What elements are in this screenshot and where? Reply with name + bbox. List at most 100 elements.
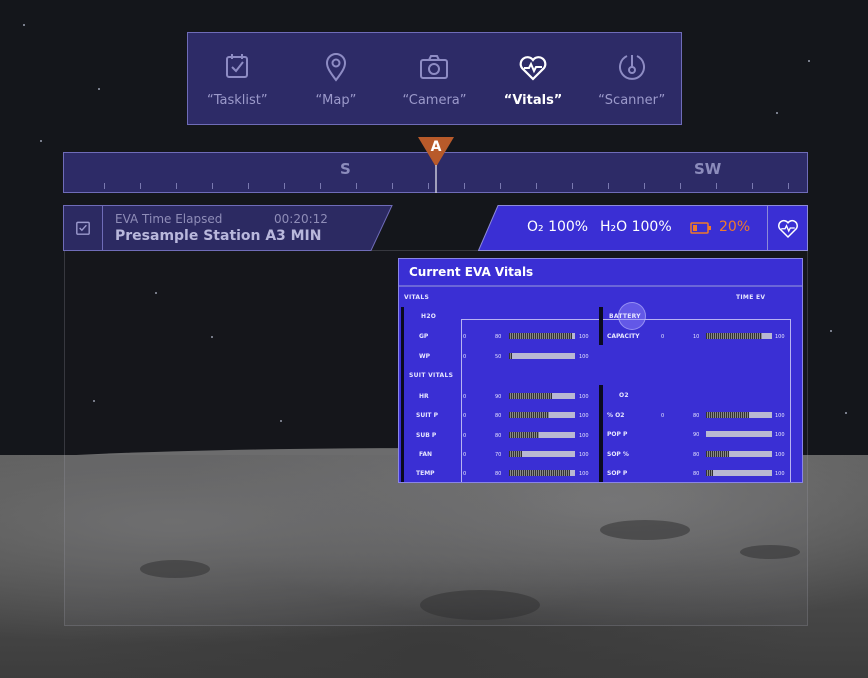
right-row-value: 80 (693, 413, 700, 419)
right-row-bar (706, 470, 772, 476)
station-name: Presample Station A (115, 228, 277, 244)
time-ev-label: TIME EV (736, 294, 766, 301)
nav-scanner[interactable]: “Scanner” (582, 33, 681, 124)
heart-pulse-icon (519, 56, 547, 81)
o2-section-label: O2 (619, 392, 629, 399)
vitals-grid-frame (461, 319, 791, 482)
left-row-max: 100 (579, 452, 589, 458)
vitals-window[interactable]: Current EVA Vitals VITALS TIME EV BATTER… (398, 258, 803, 483)
left-row-bar (509, 451, 575, 457)
checklist-icon (75, 221, 90, 235)
star (808, 60, 810, 62)
column-divider (599, 385, 603, 482)
left-row-max: 100 (579, 394, 589, 400)
left-row-bar (509, 432, 575, 438)
column-divider (599, 307, 603, 345)
main-nav: “Tasklist” “Map” “Camera” “Vitals” “Scan… (187, 32, 682, 125)
left-row-max: 100 (579, 433, 589, 439)
nav-map[interactable]: “Map” (287, 33, 386, 124)
right-row-max: 100 (775, 432, 785, 438)
left-row-value: 70 (495, 452, 502, 458)
h2o-level: H₂O 100% (600, 219, 672, 235)
left-row-value: 50 (495, 354, 502, 360)
vitals-section-label: VITALS (404, 294, 430, 301)
vitals-title: Current EVA Vitals (399, 259, 802, 287)
nav-vitals-label: “Vitals” (503, 93, 563, 108)
left-edge-bar (401, 307, 404, 482)
right-row-bar-fill (706, 470, 713, 476)
right-row-bar-fill (706, 412, 749, 418)
elapsed-label: EVA Time Elapsed (115, 212, 223, 226)
left-row-min: 0 (463, 413, 467, 419)
left-row-max: 100 (579, 413, 589, 419)
compass-marker[interactable]: A (416, 137, 456, 193)
nav-vitals[interactable]: “Vitals” (484, 33, 583, 124)
h2o-section-label: H2O (421, 313, 437, 320)
left-row-value: 90 (495, 394, 502, 400)
camera-icon (420, 55, 449, 79)
left-row-label: GP (419, 333, 429, 340)
right-row-label: POP P (607, 431, 628, 438)
star (776, 112, 778, 114)
battery-level: 20% (719, 219, 751, 235)
compass-marker-label: A (430, 139, 442, 155)
left-row-bar-fill (509, 333, 572, 339)
left-row-bar-fill (509, 470, 570, 476)
star (98, 88, 100, 90)
current-task-panel[interactable]: EVA Time Elapsed 00:20:12 Presample Stat… (63, 205, 393, 251)
left-row-bar (509, 353, 575, 359)
compass-dir-s: S (340, 160, 351, 178)
left-row-label: WP (419, 353, 431, 360)
compass-dir-sw: SW (694, 160, 722, 178)
suit-vitals-label: SUIT VITALS (409, 372, 454, 379)
right-row-label: CAPACITY (607, 333, 640, 340)
checklist-icon (226, 54, 249, 78)
left-row-label: FAN (419, 451, 433, 458)
right-row-value: 80 (693, 452, 700, 458)
nav-tasklist-label: “Tasklist” (206, 93, 268, 108)
star (845, 412, 847, 414)
left-row-bar (509, 412, 575, 418)
nav-scanner-label: “Scanner” (598, 93, 666, 108)
nav-camera-label: “Camera” (402, 93, 467, 108)
right-row-max: 100 (775, 471, 785, 477)
left-row-value: 80 (495, 334, 502, 340)
left-row-min: 0 (463, 433, 467, 439)
left-row-bar-fill (509, 393, 552, 399)
map-pin-icon (325, 53, 346, 82)
vitals-toggle-button[interactable] (767, 205, 808, 251)
battery-section-label: BATTERY (609, 313, 641, 320)
right-row-value: 80 (693, 471, 700, 477)
heart-pulse-icon (778, 219, 798, 239)
right-row-bar (706, 451, 772, 457)
star (23, 24, 25, 26)
left-row-min: 0 (463, 334, 467, 340)
right-row-label: SOP % (607, 451, 629, 458)
left-row-min: 0 (463, 452, 467, 458)
battery-icon (690, 222, 711, 234)
nav-camera[interactable]: “Camera” (385, 33, 484, 124)
right-row-bar-fill (706, 451, 729, 457)
resources-panel: O₂ 100% H₂O 100% 20% (478, 205, 808, 251)
left-row-bar (509, 333, 575, 339)
left-row-bar-fill (509, 432, 539, 438)
left-row-min: 0 (463, 394, 467, 400)
o2-level: O₂ 100% (527, 219, 589, 235)
right-row-bar (706, 431, 772, 437)
star (830, 330, 832, 332)
left-row-value: 80 (495, 471, 502, 477)
right-row-label: % O2 (607, 412, 625, 419)
left-row-bar-fill (509, 412, 549, 418)
left-row-label: TEMP (416, 470, 435, 477)
left-row-max: 100 (579, 334, 589, 340)
nav-tasklist[interactable]: “Tasklist” (188, 33, 287, 124)
right-row-max: 100 (775, 334, 785, 340)
right-row-bar-fill (706, 333, 762, 339)
right-row-min: 0 (661, 334, 665, 340)
task-duration: 3 MIN (276, 228, 322, 244)
left-row-value: 80 (495, 413, 502, 419)
right-row-min: 0 (661, 413, 665, 419)
right-row-max: 100 (775, 452, 785, 458)
right-row-bar (706, 412, 772, 418)
left-row-min: 0 (463, 354, 467, 360)
